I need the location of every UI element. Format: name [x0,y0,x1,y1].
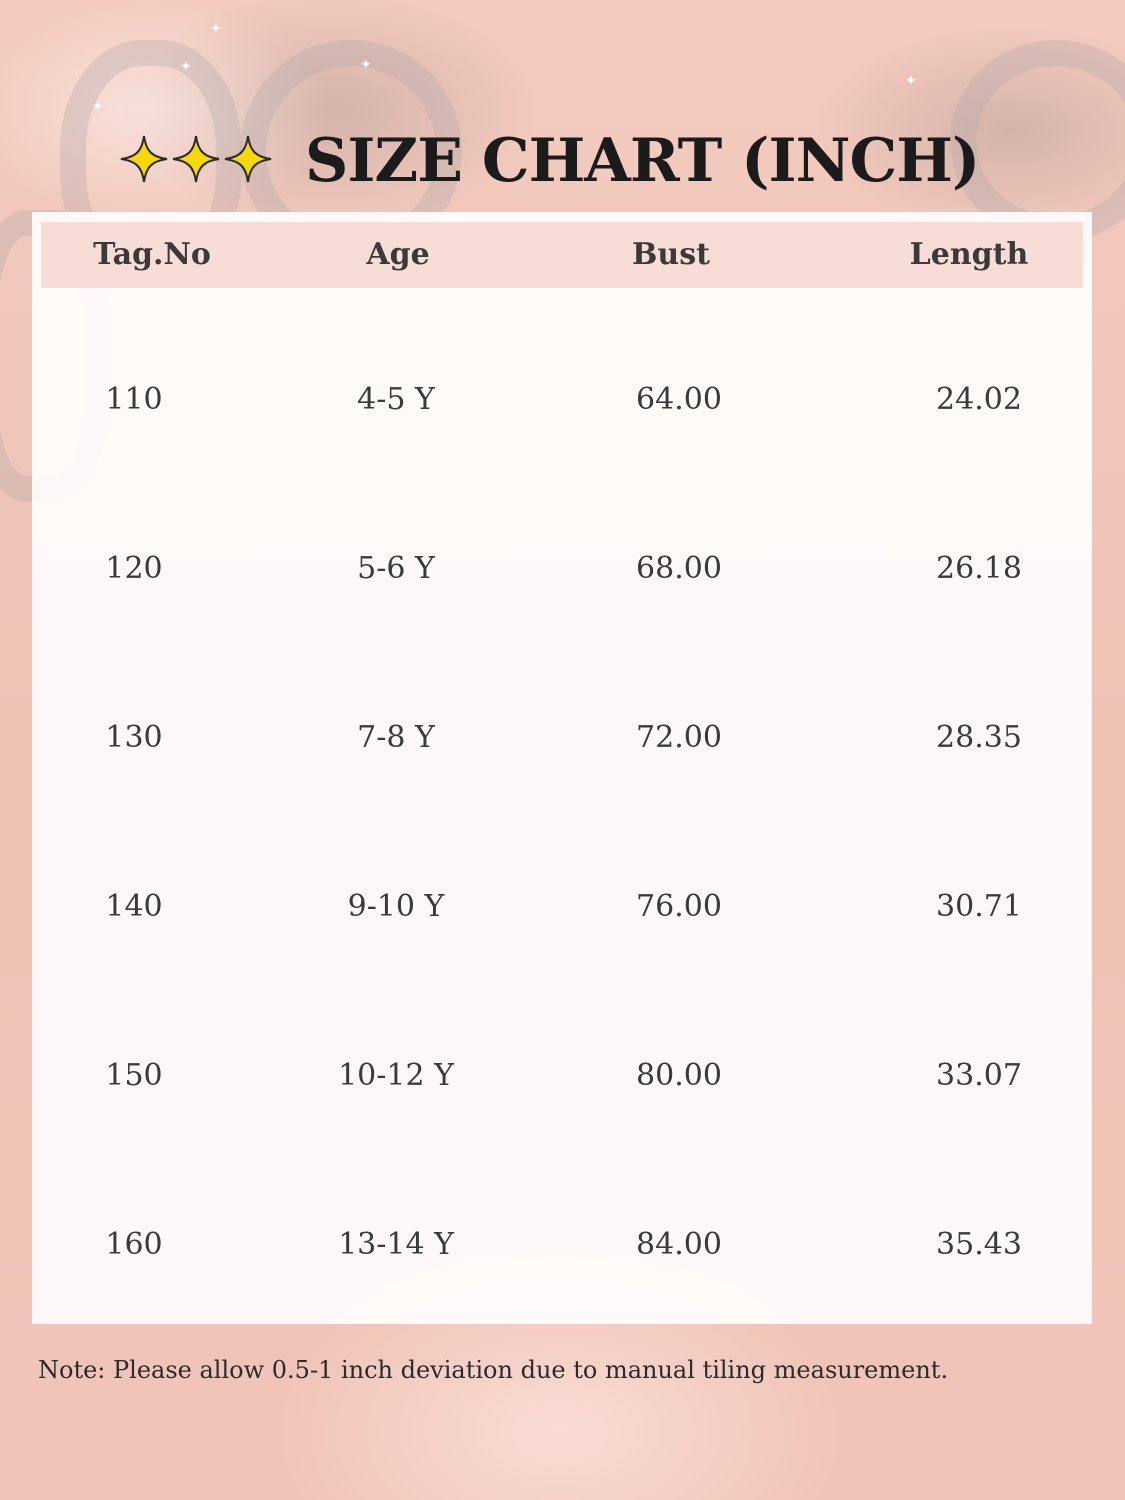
column-header-bust: Bust [632,237,710,272]
table-cell-bust: 84.00 [636,1227,722,1262]
table-cell-bust: 80.00 [636,1058,722,1093]
star-icon [172,135,220,183]
table-cell-age: 9-10 Y [347,889,445,924]
table-cell-age: 5-6 Y [357,551,435,586]
table-cell-tag-no: 150 [105,1058,163,1093]
column-header-tag-no: Tag.No [93,237,211,272]
measurement-note: Note: Please allow 0.5-1 inch deviation … [38,1356,949,1384]
table-cell-length: 33.07 [936,1058,1022,1093]
table-cell-bust: 68.00 [636,551,722,586]
table-cell-bust: 64.00 [636,382,722,417]
table-cell-bust: 76.00 [636,889,722,924]
table-cell-length: 28.35 [936,720,1022,755]
table-cell-tag-no: 120 [105,551,163,586]
table-cell-age: 7-8 Y [357,720,435,755]
column-header-age: Age [366,237,430,272]
title-row: SIZE CHART (INCH) [0,118,1125,208]
star-rating-decoration [118,133,274,185]
table-cell-length: 30.71 [936,889,1022,924]
sparkle-icon: ✦ [360,57,372,73]
table-cell-tag-no: 160 [105,1227,163,1262]
table-cell-length: 35.43 [936,1227,1022,1262]
sparkle-icon: ✦ [905,73,917,89]
sparkle-icon: ✦ [92,99,104,115]
sparkle-icon: ✦ [210,21,222,37]
table-cell-length: 24.02 [936,382,1022,417]
column-header-length: Length [909,237,1029,272]
table-cell-age: 10-12 Y [338,1058,454,1093]
table-cell-bust: 72.00 [636,720,722,755]
table-cell-tag-no: 140 [105,889,163,924]
table-cell-length: 26.18 [936,551,1022,586]
table-cell-tag-no: 110 [105,382,163,417]
table-cell-tag-no: 130 [105,720,163,755]
table-cell-age: 4-5 Y [357,382,435,417]
star-icon [224,135,272,183]
table-cell-age: 13-14 Y [338,1227,454,1262]
page-title: SIZE CHART (INCH) [305,126,980,196]
size-table-panel [32,212,1092,1324]
star-icon [120,135,168,183]
sparkle-icon: ✦ [180,59,192,75]
